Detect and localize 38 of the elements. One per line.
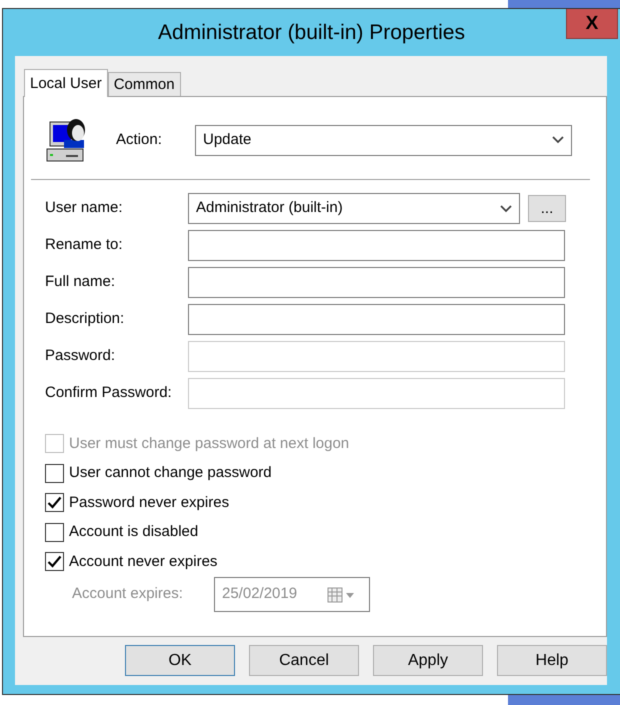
field-label: Full name: — [45, 272, 116, 292]
user-computer-icon — [46, 116, 88, 164]
field-label: User name: — [45, 198, 124, 218]
tab[interactable]: Local User — [24, 69, 108, 97]
dialog-button[interactable]: OK — [125, 645, 235, 676]
input-field[interactable] — [188, 230, 565, 261]
dialog-button[interactable]: Apply — [373, 645, 483, 676]
checkbox-label: Account is disabled — [69, 522, 198, 542]
calendar-icon — [327, 586, 355, 602]
window-title: Administrator (built-in) Properties — [158, 20, 465, 46]
account-expires-label: Account expires: — [71, 584, 184, 604]
tab[interactable]: Common — [108, 72, 181, 96]
action-dropdown[interactable]: Update — [195, 124, 572, 156]
browse-button[interactable]: ... — [528, 195, 566, 222]
checkbox[interactable] — [45, 493, 64, 512]
dialog-button[interactable]: Cancel — [249, 645, 359, 676]
checkbox[interactable] — [45, 552, 64, 572]
checkbox[interactable] — [45, 464, 64, 483]
input-field[interactable] — [188, 267, 565, 298]
action-value: Update — [203, 130, 252, 150]
field-label: Description: — [45, 309, 126, 330]
user-name-value: Administrator (built-in) — [196, 198, 343, 218]
checkbox-label: Account never expires — [69, 552, 218, 572]
caret-icon — [552, 136, 564, 144]
action-label: Action: — [116, 130, 163, 150]
user-name-dropdown[interactable]: Administrator (built-in) — [188, 193, 520, 224]
input-field[interactable] — [188, 304, 565, 335]
checkbox-label: User cannot change password — [69, 463, 272, 483]
field-label: Password: — [45, 346, 116, 366]
caret-icon — [500, 204, 512, 212]
checkbox-label: Password never expires — [69, 492, 230, 512]
field-label: Rename to: — [45, 235, 124, 256]
date-value: 25/02/2019 — [222, 584, 298, 604]
checkbox-label: User must change password at next logon — [69, 434, 350, 454]
dialog-button[interactable]: Help — [497, 645, 607, 676]
checkbox[interactable] — [45, 522, 64, 542]
field-label: Confirm Password: — [45, 383, 173, 404]
close-button[interactable]: X — [566, 9, 618, 39]
